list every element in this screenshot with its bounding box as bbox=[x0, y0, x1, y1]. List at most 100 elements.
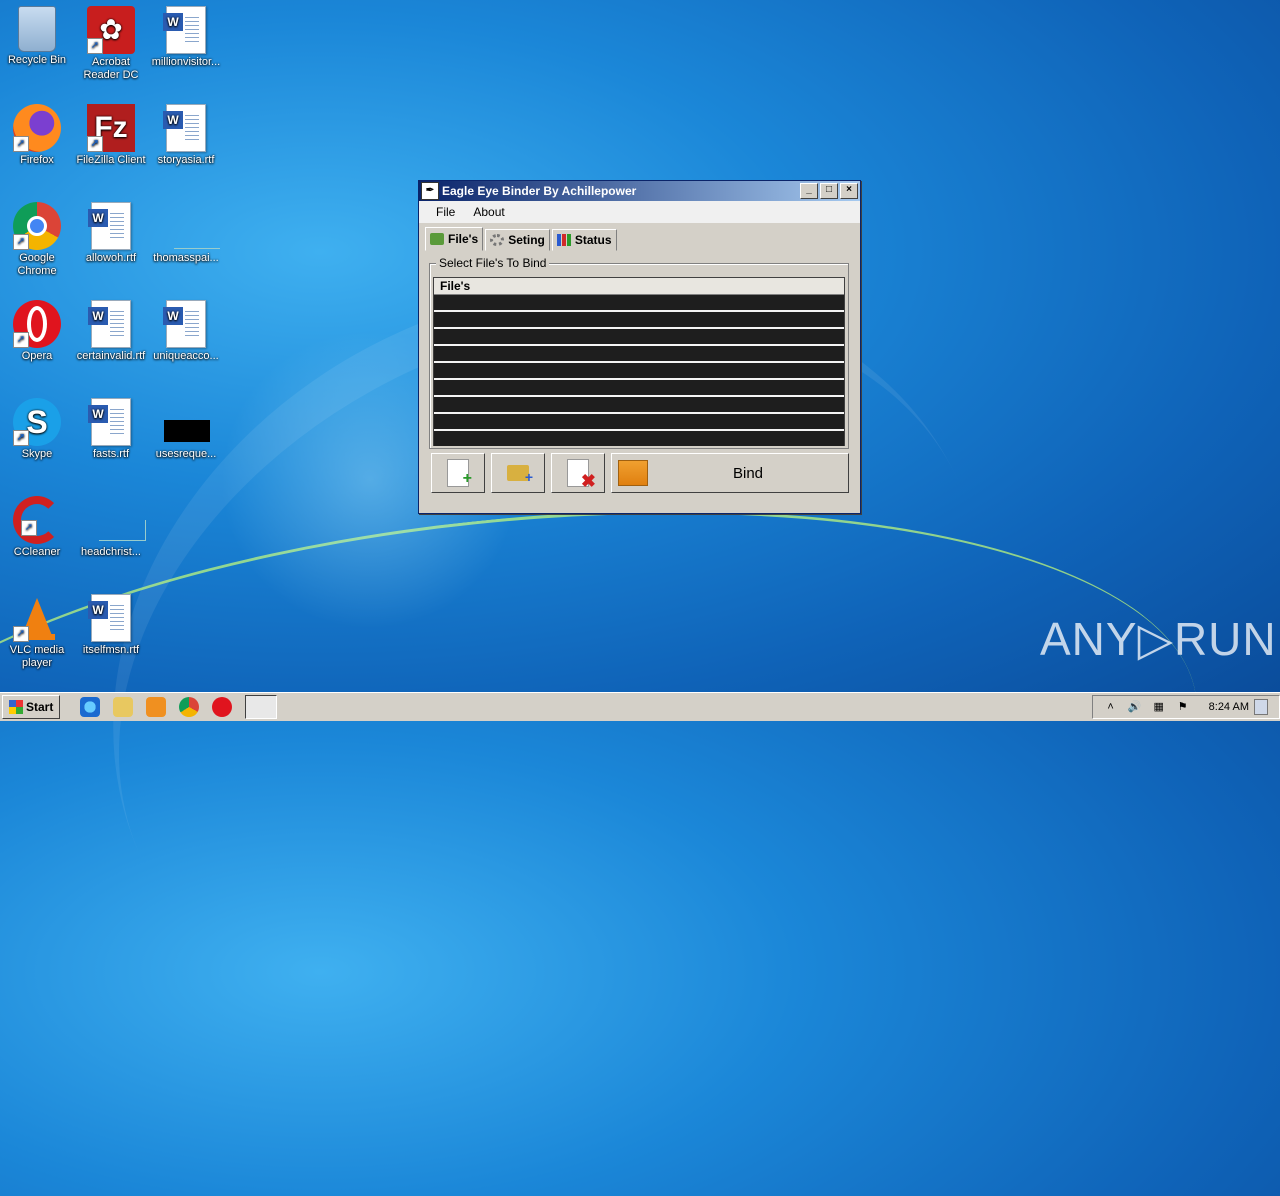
chrome-glyph: ➚ bbox=[13, 202, 61, 250]
word-document-icon[interactable]: W allowoh.rtf bbox=[74, 202, 148, 265]
volume-icon[interactable]: 🔊 bbox=[1128, 700, 1142, 714]
blank-file-icon[interactable]: thomasspai... bbox=[149, 202, 223, 265]
desktop-icon-label: Google Chrome bbox=[17, 252, 57, 277]
desktop-icon-label: itselfmsn.rtf bbox=[82, 644, 140, 656]
start-label: Start bbox=[26, 700, 54, 714]
recycle-bin-glyph bbox=[18, 6, 56, 52]
menu-bar: File About bbox=[419, 201, 860, 223]
gear-icon bbox=[490, 234, 505, 246]
action-center-flag-icon[interactable]: ⚑ bbox=[1176, 700, 1190, 714]
menu-file[interactable]: File bbox=[427, 205, 464, 219]
minimize-button[interactable]: _ bbox=[800, 183, 818, 199]
shortcut-arrow-icon: ➚ bbox=[13, 136, 29, 152]
bind-button-label: Bind bbox=[732, 464, 764, 482]
bind-files-icon bbox=[618, 460, 648, 486]
desktop-icon-label: uniqueacco... bbox=[153, 350, 219, 362]
shortcut-arrow-icon: ➚ bbox=[13, 626, 29, 642]
desktop-icon-label: allowoh.rtf bbox=[85, 252, 137, 264]
vlc-media-player-icon[interactable]: ➚ VLC media player bbox=[0, 594, 74, 670]
chrome-taskbar-icon[interactable] bbox=[179, 697, 200, 717]
maximize-button[interactable]: □ bbox=[820, 183, 838, 199]
opera-glyph: ➚ bbox=[13, 300, 61, 348]
desktop-icon-label: Acrobat Reader DC bbox=[83, 56, 139, 81]
clock[interactable]: 8:24 AM bbox=[1209, 701, 1249, 713]
shortcut-arrow-icon: ➚ bbox=[13, 430, 29, 446]
anyrun-watermark: ANY▷RUN bbox=[1040, 613, 1277, 665]
tab-label: File's bbox=[448, 232, 479, 246]
shortcut-arrow-icon: ➚ bbox=[13, 332, 29, 348]
folder-icon bbox=[430, 233, 444, 245]
list-rows[interactable] bbox=[434, 295, 844, 446]
opera-taskbar-icon[interactable] bbox=[212, 697, 233, 717]
bar-chart-icon bbox=[556, 234, 571, 246]
remove-file-button[interactable]: ✖ bbox=[551, 453, 605, 493]
document-glyph: W bbox=[162, 300, 210, 348]
word-document-icon[interactable]: W millionvisitor... bbox=[149, 6, 223, 69]
tab-label: Status bbox=[574, 233, 612, 247]
menu-about[interactable]: About bbox=[464, 205, 513, 219]
app-feather-icon: ✒ bbox=[421, 182, 439, 200]
firefox-glyph: ➚ bbox=[13, 104, 61, 152]
document-glyph: W bbox=[87, 594, 135, 642]
add-folder-button[interactable]: + bbox=[491, 453, 545, 493]
list-header-files[interactable]: File's bbox=[434, 278, 844, 295]
filezilla-glyph: Fz ➚ bbox=[87, 104, 135, 152]
blank-file-glyph bbox=[87, 496, 146, 544]
add-file-button[interactable]: + bbox=[431, 453, 485, 493]
shortcut-arrow-icon: ➚ bbox=[87, 38, 103, 54]
desktop-icon-label: Opera bbox=[21, 350, 53, 362]
close-button[interactable]: × bbox=[840, 183, 858, 199]
window-titlebar[interactable]: ✒ Eagle Eye Binder By Achillepower _ □ × bbox=[419, 181, 860, 201]
word-document-icon[interactable]: W fasts.rtf bbox=[74, 398, 148, 461]
desktop-icon-label: CCleaner bbox=[13, 546, 61, 558]
desktop-icon-label: FileZilla Client bbox=[76, 154, 146, 166]
desktop-icon-label: usesreque... bbox=[155, 448, 217, 460]
document-glyph: W bbox=[162, 104, 210, 152]
eagle-eye-binder-window[interactable]: ✒ Eagle Eye Binder By Achillepower _ □ ×… bbox=[418, 180, 861, 514]
desktop-icon-label: fasts.rtf bbox=[92, 448, 130, 460]
black-file-glyph bbox=[162, 398, 210, 446]
files-list[interactable]: File's bbox=[433, 277, 845, 446]
filezilla-icon[interactable]: Fz ➚ FileZilla Client bbox=[74, 104, 148, 167]
blank-file-glyph bbox=[162, 202, 220, 250]
bind-button[interactable]: Bind bbox=[611, 453, 849, 493]
desktop-icon-label: storyasia.rtf bbox=[157, 154, 215, 166]
internet-explorer-icon[interactable] bbox=[80, 697, 101, 717]
network-icon[interactable]: ▦ bbox=[1152, 700, 1166, 714]
ccleaner-icon[interactable]: ➚ CCleaner bbox=[0, 496, 74, 559]
google-chrome-icon[interactable]: ➚ Google Chrome bbox=[0, 202, 74, 278]
chevron-up-icon[interactable]: ˄ bbox=[1104, 700, 1118, 714]
document-glyph: W bbox=[162, 6, 210, 54]
vlc-glyph: ➚ bbox=[13, 594, 61, 642]
start-button[interactable]: Start bbox=[2, 695, 61, 719]
opera-icon[interactable]: ➚ Opera bbox=[0, 300, 74, 363]
word-document-icon[interactable]: W uniqueacco... bbox=[149, 300, 223, 363]
desktop-icon-label: VLC media player bbox=[9, 644, 65, 669]
acrobat-glyph: ✿ ➚ bbox=[87, 6, 135, 54]
show-desktop-icon[interactable] bbox=[1254, 699, 1268, 715]
desktop-icon-label: Firefox bbox=[20, 154, 54, 166]
word-document-icon[interactable]: W itselfmsn.rtf bbox=[74, 594, 148, 657]
remove-file-icon: ✖ bbox=[567, 459, 596, 491]
skype-icon[interactable]: S ➚ Skype bbox=[0, 398, 74, 461]
document-glyph: W bbox=[87, 398, 135, 446]
tab-files[interactable]: File's bbox=[425, 227, 484, 251]
select-files-group: Select File's To Bind File's bbox=[429, 256, 849, 449]
tab-label: Seting bbox=[508, 233, 545, 247]
acrobat-reader-icon[interactable]: ✿ ➚ Acrobat Reader DC bbox=[74, 6, 148, 82]
eagle-eye-binder-taskbar-icon[interactable] bbox=[245, 695, 278, 719]
media-player-icon[interactable] bbox=[146, 697, 167, 717]
desktop-icon-label: millionvisitor... bbox=[151, 56, 221, 68]
tab-seting[interactable]: Seting bbox=[485, 229, 550, 251]
word-document-icon[interactable]: W storyasia.rtf bbox=[149, 104, 223, 167]
black-file-icon[interactable]: usesreque... bbox=[149, 398, 223, 461]
document-glyph: W bbox=[87, 202, 135, 250]
system-tray: ˄ 🔊 ▦ ⚑ 8:24 AM bbox=[1091, 695, 1280, 719]
blank-file-icon[interactable]: headchrist... bbox=[74, 496, 148, 559]
firefox-icon[interactable]: ➚ Firefox bbox=[0, 104, 74, 167]
recycle-bin-icon[interactable]: Recycle Bin bbox=[0, 6, 74, 67]
tab-status[interactable]: Status bbox=[551, 229, 617, 251]
word-document-icon[interactable]: W certainvalid.rtf bbox=[74, 300, 148, 363]
file-explorer-icon[interactable] bbox=[113, 697, 134, 717]
shortcut-arrow-icon: ➚ bbox=[13, 234, 29, 250]
